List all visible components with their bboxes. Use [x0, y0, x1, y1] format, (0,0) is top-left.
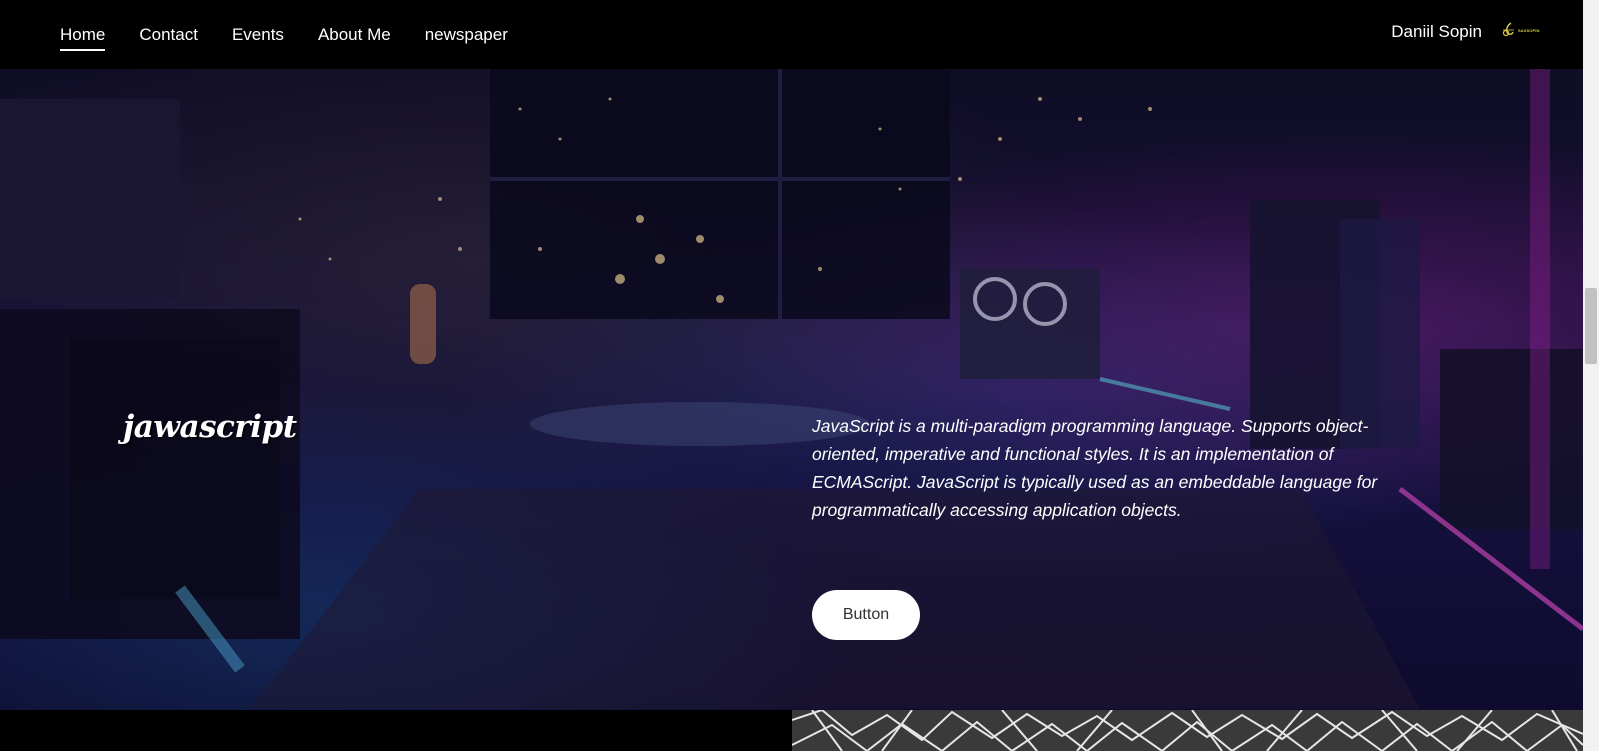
site-logo[interactable]: SAXSOPIN: [1502, 20, 1540, 40]
nav-link-about-me[interactable]: About Me: [318, 19, 391, 51]
scrollbar-thumb[interactable]: [1585, 288, 1597, 364]
geometric-pattern-image: [792, 710, 1583, 751]
hero-section: jawascript JavaScript is a multi-paradig…: [0, 69, 1583, 710]
hero-button[interactable]: Button: [812, 590, 920, 640]
hero-description: JavaScript is a multi-paradigm programmi…: [812, 416, 1378, 520]
user-name[interactable]: Daniil Sopin: [1391, 0, 1482, 63]
page-scrollbar[interactable]: [1583, 0, 1599, 751]
hero-overlay: [0, 69, 1583, 710]
main-nav: Home Contact Events About Me newspaper: [60, 0, 542, 69]
nav-link-newspaper[interactable]: newspaper: [425, 19, 508, 51]
nav-link-contact[interactable]: Contact: [139, 19, 198, 51]
hero-title: jawascript: [123, 409, 297, 445]
saxophone-logo-icon: [1502, 22, 1514, 37]
bottom-section-left: [0, 710, 792, 751]
bottom-section-pattern: [792, 710, 1583, 751]
nav-link-home[interactable]: Home: [60, 19, 106, 51]
nav-link-events[interactable]: Events: [232, 19, 284, 51]
logo-text: SAXSOPIN: [1518, 27, 1540, 33]
top-navigation-bar: Home Contact Events About Me newspaper D…: [0, 0, 1583, 69]
